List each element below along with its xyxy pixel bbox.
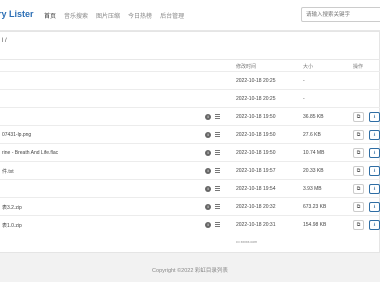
info-icon[interactable]: i xyxy=(205,114,211,120)
table-row[interactable]: 表1.0.zip i 2022-10-18 20:31 154.98 KB ⧉ … xyxy=(0,215,380,233)
info-icon[interactable]: i xyxy=(205,186,211,192)
file-size: 154.98 KB xyxy=(303,222,327,228)
download-button[interactable]: ⭳ xyxy=(369,202,380,212)
info-icon[interactable]: i xyxy=(205,204,211,210)
nav-music-search[interactable]: 音乐搜索 xyxy=(64,11,88,20)
info-icon[interactable]: i xyxy=(205,150,211,156)
table-row[interactable]: 件.txt i 2022-10-18 19:57 20.33 KB ⧉ ⭳ xyxy=(0,161,380,179)
footer-copyright: Copyright ©2022 彩虹目录列表 xyxy=(152,268,228,274)
file-name[interactable]: 表1.0.zip xyxy=(2,222,22,229)
modified-time: 2022-10-18 19:50 xyxy=(236,132,276,138)
list-icon[interactable] xyxy=(215,132,220,138)
table-row[interactable]: 2022-10-18 20:25 - xyxy=(0,89,380,107)
main-nav: 首页 音乐搜索 图片压缩 今日热榜 后台管理 xyxy=(44,11,184,20)
table-row[interactable]: rine - Breath And Life.flac i 2022-10-18… xyxy=(0,143,380,161)
table-row[interactable]: 07431-lp.png i 2022-10-18 19:50 27.6 KB … xyxy=(0,125,380,143)
file-size: 3.93 MB xyxy=(303,186,322,192)
top-navbar: ry Lister 首页 音乐搜索 图片压缩 今日热榜 后台管理 xyxy=(0,0,380,31)
list-icon[interactable] xyxy=(215,114,220,120)
copy-link-button[interactable]: ⧉ xyxy=(353,184,364,194)
download-button[interactable]: ⭳ xyxy=(369,184,380,194)
list-icon[interactable] xyxy=(215,186,220,192)
table-row[interactable]: i 2022-10-18 19:54 3.93 MB ⧉ ⭳ xyxy=(0,179,380,197)
copy-link-button[interactable]: ⧉ xyxy=(353,112,364,122)
list-icon[interactable] xyxy=(215,222,220,228)
file-name[interactable]: rine - Breath And Life.flac xyxy=(2,150,58,156)
file-size: 10.74 MB xyxy=(303,150,325,156)
file-size: 20.33 KB xyxy=(303,168,324,174)
column-header-time: 修改时间 xyxy=(236,64,257,70)
nav-admin[interactable]: 后台管理 xyxy=(160,11,184,20)
brand-logo-text[interactable]: ry Lister xyxy=(0,9,34,19)
file-size: - xyxy=(303,96,305,102)
copy-link-button[interactable]: ⧉ xyxy=(353,202,364,212)
modified-time: 2022-10-18 19:57 xyxy=(236,168,276,174)
copy-link-button[interactable]: ⧉ xyxy=(353,220,364,230)
column-header-size: 大小 xyxy=(303,64,314,70)
table-row[interactable]: 表3.2.zip i 2022-10-18 20:32 673.23 KB ⧉ … xyxy=(0,197,380,215)
nav-home[interactable]: 首页 xyxy=(44,11,56,20)
download-button[interactable]: ⭳ xyxy=(369,112,380,122)
list-icon[interactable] xyxy=(215,168,220,174)
file-list-panel: l / 修改时间 大小 操作 2022-10-18 20:25 - 2022-1… xyxy=(0,31,380,253)
file-name[interactable]: 表3.2.zip xyxy=(2,204,22,211)
file-size: 36.85 KB xyxy=(303,114,324,120)
file-name[interactable]: 07431-lp.png xyxy=(2,132,31,138)
table-row[interactable]: 2022-10-18 20:25 - xyxy=(0,71,380,89)
file-size: 27.6 KB xyxy=(303,132,321,138)
copy-link-button[interactable]: ⧉ xyxy=(353,148,364,158)
info-icon[interactable]: i xyxy=(205,168,211,174)
download-button[interactable]: ⭳ xyxy=(369,166,380,176)
copy-link-button[interactable]: ⧉ xyxy=(353,166,364,176)
list-icon[interactable] xyxy=(215,150,220,156)
modified-time: 2022-10-18 19:50 xyxy=(236,114,276,120)
breadcrumb: l / xyxy=(2,38,7,44)
modified-time: 2022-10-18 19:50 xyxy=(236,150,276,156)
modified-time: 2022-10-18 20:32 xyxy=(236,204,276,210)
modified-time: 2022-10-18 20:25 xyxy=(236,96,276,102)
table-header: 修改时间 大小 操作 xyxy=(0,59,380,71)
download-button[interactable]: ⭳ xyxy=(369,130,380,140)
search-input[interactable] xyxy=(301,7,380,22)
download-button[interactable]: ⭳ xyxy=(369,220,380,230)
info-icon[interactable]: i xyxy=(205,222,211,228)
modified-time: 2022-10-18 20:31 xyxy=(236,222,276,228)
modified-time: 2022-10-18 20:25 xyxy=(236,78,276,84)
directory-readme-text: ••• xxxxx.com xyxy=(236,240,257,244)
info-icon[interactable]: i xyxy=(205,132,211,138)
column-header-actions: 操作 xyxy=(353,64,364,70)
nav-hot-list[interactable]: 今日热榜 xyxy=(128,11,152,20)
file-size: - xyxy=(303,78,305,84)
nav-image-compress[interactable]: 图片压缩 xyxy=(96,11,120,20)
table-row[interactable]: i 2022-10-18 19:50 36.85 KB ⧉ ⭳ xyxy=(0,107,380,125)
file-name[interactable]: 件.txt xyxy=(2,168,14,175)
modified-time: 2022-10-18 19:54 xyxy=(236,186,276,192)
list-icon[interactable] xyxy=(215,204,220,210)
download-button[interactable]: ⭳ xyxy=(369,148,380,158)
file-size: 673.23 KB xyxy=(303,204,327,210)
copy-link-button[interactable]: ⧉ xyxy=(353,130,364,140)
